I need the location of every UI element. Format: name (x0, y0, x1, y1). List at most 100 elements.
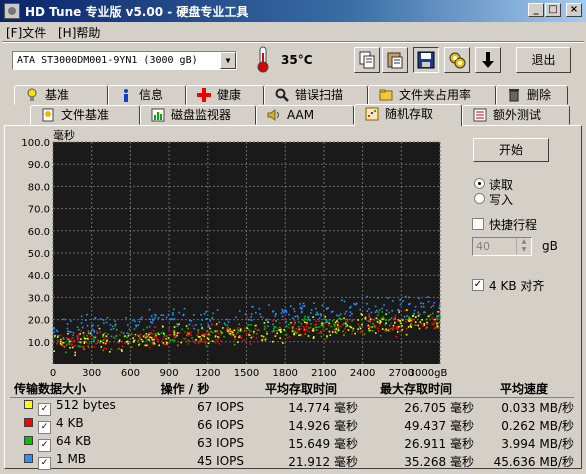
data-point (167, 313, 170, 316)
data-point (195, 339, 197, 341)
data-point (135, 324, 137, 326)
data-point (358, 325, 361, 328)
data-point (293, 320, 296, 322)
data-point (184, 338, 186, 340)
chart-y-axis-label: 毫秒 (53, 128, 75, 142)
data-point (431, 317, 433, 319)
data-point (374, 305, 377, 308)
series-checkbox[interactable]: ✓ (38, 403, 51, 416)
data-point (390, 322, 393, 325)
data-point (91, 346, 93, 348)
align-4kb-checkbox[interactable]: ✓ (472, 279, 484, 291)
data-point (420, 305, 423, 308)
data-point (203, 313, 206, 315)
series-checkbox[interactable]: ✓ (38, 439, 51, 452)
x-tick-label: 1800 (272, 368, 297, 379)
chart-y-ticks: 100.0 90.0 80.0 70.0 60.0 50.0 40.0 30.0 20.0 10.… (21, 138, 50, 349)
data-point (243, 339, 245, 341)
transfer-size-cell: ✓ 4 KB (10, 416, 126, 434)
data-point (406, 309, 408, 311)
data-point (236, 328, 239, 331)
data-point (430, 306, 433, 308)
data-point (210, 330, 212, 333)
data-point (411, 320, 413, 322)
data-point (229, 333, 231, 335)
data-point (152, 330, 155, 332)
data-point (377, 314, 379, 317)
data-point (54, 335, 56, 337)
random-access-icon (365, 107, 379, 121)
data-point (142, 340, 144, 343)
data-point (153, 338, 155, 341)
data-point (172, 339, 174, 341)
data-point (56, 342, 58, 345)
data-point (318, 326, 320, 328)
read-radio[interactable] (474, 178, 485, 189)
data-point (119, 334, 121, 336)
data-point (83, 341, 86, 343)
data-point (274, 326, 277, 328)
start-button[interactable]: 开始 (473, 138, 549, 162)
data-point (304, 333, 306, 335)
data-point (272, 319, 274, 322)
data-point (128, 328, 131, 331)
data-point (215, 324, 218, 327)
data-point (186, 340, 189, 342)
data-point (276, 327, 279, 330)
data-point (298, 334, 300, 337)
header-max-access: 最大存取时间 (358, 380, 474, 398)
data-point (264, 339, 267, 341)
data-point (426, 318, 428, 320)
data-point (352, 329, 354, 332)
data-point (57, 339, 59, 342)
data-point (341, 299, 343, 301)
data-point (293, 333, 295, 336)
data-point (116, 328, 118, 331)
data-point (66, 327, 69, 330)
data-point (388, 330, 391, 332)
data-point (81, 345, 83, 348)
data-point (299, 303, 301, 305)
data-point (324, 318, 326, 321)
data-point (205, 345, 208, 347)
data-point (375, 332, 377, 334)
data-point (296, 330, 299, 333)
data-point (88, 342, 91, 345)
data-point (374, 311, 377, 313)
tab-random-access[interactable]: 随机存取 (354, 104, 462, 126)
data-point (357, 328, 359, 330)
data-point (102, 339, 105, 341)
data-point (71, 346, 74, 349)
quick-stroke-checkbox[interactable] (472, 218, 484, 230)
data-point (300, 325, 303, 327)
data-point (176, 334, 178, 337)
data-point (245, 333, 248, 335)
data-point (368, 313, 370, 315)
data-point (182, 337, 185, 340)
series-checkbox[interactable]: ✓ (38, 421, 51, 434)
spin-up-icon[interactable]: ▲ (516, 238, 531, 246)
data-point (272, 340, 274, 343)
data-point (382, 316, 385, 318)
data-point (391, 300, 394, 302)
data-point (275, 313, 277, 315)
data-point (349, 311, 352, 313)
y-tick-label: 40.0 (28, 271, 50, 282)
series-checkbox[interactable]: ✓ (38, 457, 51, 470)
data-point (383, 304, 385, 306)
data-point (401, 325, 403, 327)
quick-stroke-size-input[interactable]: 40 ▲ ▼ (472, 237, 532, 256)
data-point (199, 340, 201, 343)
data-point (204, 333, 206, 335)
data-point (190, 331, 192, 334)
data-point (193, 327, 195, 330)
write-radio[interactable] (474, 193, 485, 204)
data-point (318, 320, 320, 323)
data-point (300, 307, 302, 309)
data-point (68, 340, 71, 343)
data-point (388, 311, 391, 314)
data-point (246, 327, 248, 329)
data-point (296, 315, 299, 317)
spin-down-icon[interactable]: ▼ (516, 246, 531, 254)
data-point (200, 314, 202, 316)
